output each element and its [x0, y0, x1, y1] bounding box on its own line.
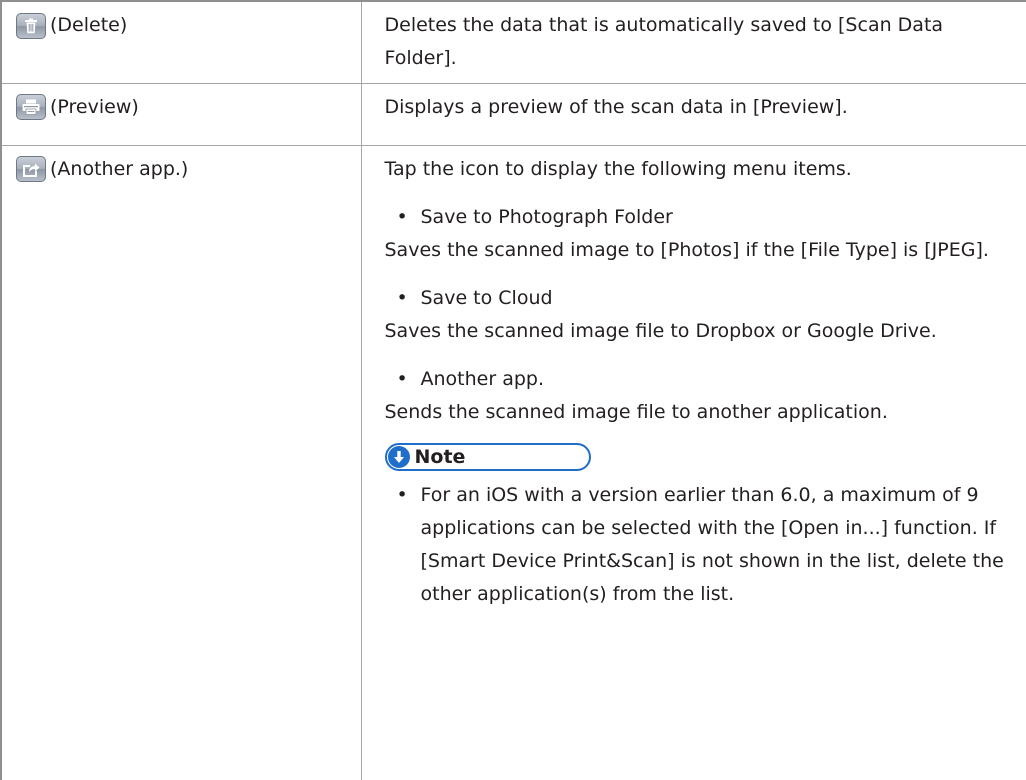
note-item: • For an iOS with a version earlier than… — [385, 479, 1006, 611]
function-name: (Delete) — [50, 14, 128, 36]
note-label: Note — [414, 445, 466, 468]
description-cell: Displays a preview of the scan data in [… — [360, 82, 1026, 146]
bullet-dot: • — [396, 483, 408, 506]
share-icon — [16, 156, 46, 182]
function-description: Deletes the data that is automatically s… — [384, 14, 944, 69]
down-arrow-circle-icon — [387, 445, 410, 468]
menu-item-detail: Sends the scanned image file to another … — [384, 400, 888, 423]
menu-item-detail: Saves the scanned image file to Dropbox … — [384, 319, 937, 342]
function-name: (Another app.) — [50, 157, 189, 180]
description-cell: Deletes the data that is automatically s… — [360, 0, 1026, 84]
name-cell: (Another app.) — [0, 144, 362, 780]
description-cell: Tap the icon to display the following me… — [360, 144, 1026, 780]
table-row-delete: (Delete) Deletes the data that is automa… — [0, 0, 1026, 84]
name-cell: (Preview) — [0, 82, 362, 146]
table-row-another-app: (Another app.) Tap the icon to display t… — [0, 144, 1026, 780]
menu-item: • Save to Photograph Folder — [385, 201, 1006, 234]
menu-item-title: Another app. — [420, 367, 545, 390]
menu-item: • Another app. — [385, 363, 1006, 396]
function-description: Tap the icon to display the following me… — [384, 157, 852, 180]
trash-icon — [16, 12, 46, 39]
menu-item-title: Save to Photograph Folder — [420, 205, 673, 228]
note-text: For an iOS with a version earlier than 6… — [420, 483, 1004, 605]
menu-item-title: Save to Cloud — [420, 286, 553, 309]
menu-item: • Save to Cloud — [385, 282, 1006, 315]
function-table: (Delete) Deletes the data that is automa… — [0, 0, 1026, 780]
function-description: Displays a preview of the scan data in [… — [384, 95, 848, 118]
bullet-dot: • — [396, 367, 408, 390]
function-name: (Preview) — [50, 95, 139, 118]
bullet-dot: • — [396, 205, 408, 228]
printer-icon — [16, 94, 46, 120]
table-row-preview: (Preview) Displays a preview of the scan… — [0, 82, 1026, 146]
note-header: Note — [384, 442, 591, 471]
name-cell: (Delete) — [0, 0, 362, 84]
menu-item-detail: Saves the scanned image to [Photos] if t… — [384, 238, 989, 261]
bullet-dot: • — [396, 286, 408, 309]
